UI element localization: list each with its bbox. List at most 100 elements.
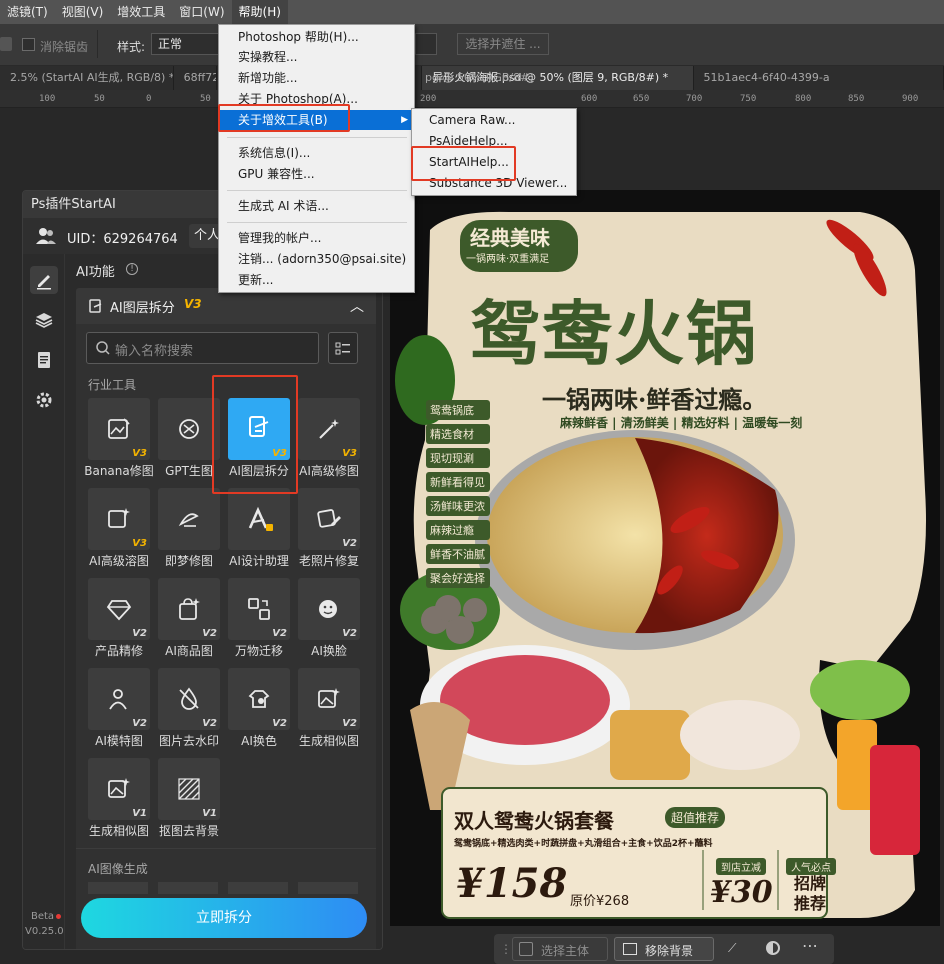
menu-help[interactable]: 帮助(H) [231, 0, 288, 24]
uid-label: UID：629264764 [67, 232, 178, 247]
tool-advanced-blend[interactable]: V3 AI高级溶图 [79, 488, 150, 576]
menu-item-tutorials[interactable]: 实操教程... [219, 47, 414, 67]
tool-box: V2 [298, 488, 360, 550]
help-menu: Photoshop 帮助(H)... 实操教程... 新增功能... 关于 Ph… [218, 24, 415, 293]
image-edit-icon [108, 418, 130, 439]
tool-label: 生成相似图 [88, 824, 149, 838]
version-label: V0.25.0 [25, 926, 64, 937]
menu-item-photoshop-help[interactable]: Photoshop 帮助(H)... [219, 27, 414, 47]
transform-icon[interactable]: ⟋ [728, 941, 742, 955]
tab-doc-1[interactable]: 2.5% (StartAI AI生成, RGB/8) * [0, 66, 174, 90]
jimeng-icon [178, 513, 199, 527]
section-label: AI功能 [76, 265, 115, 280]
menu-item-gen-ai-terms[interactable]: 生成式 AI 术语... [219, 196, 414, 216]
card-header[interactable]: AI图层拆分 V3 ︿ [76, 288, 376, 324]
tool-label: 抠图去背景 [158, 824, 219, 838]
image-icon [623, 943, 637, 955]
edit-icon[interactable] [30, 266, 58, 294]
tool-gpt-image[interactable]: GPT生图 [149, 398, 220, 486]
panel-sidebar: Beta V0.25.0 [23, 254, 65, 949]
version-badge: V3 [342, 448, 357, 459]
tool-similar-image-v2[interactable]: V2 生成相似图 [289, 668, 360, 756]
tool-similar-image-v1[interactable]: V1 生成相似图 [79, 758, 150, 846]
menu-plugins[interactable]: 增效工具 [110, 0, 172, 24]
document-icon[interactable] [30, 346, 58, 374]
tool-jimeng-edit[interactable]: 即梦修图 [149, 488, 220, 576]
remove-watermark-icon [179, 687, 199, 710]
tab-doc-2[interactable]: 68ff72 [174, 66, 218, 90]
tool-label: AI模特图 [95, 734, 143, 748]
side-tag: 麻辣过瘾 [426, 520, 490, 540]
settings-gear-icon[interactable] [30, 386, 58, 414]
menu-item-updates[interactable]: 更新... [219, 270, 414, 290]
tool-remove-watermark[interactable]: V2 图片去水印 [149, 668, 220, 756]
ruler-tick: 100 [39, 94, 56, 104]
tool-face-swap[interactable]: V2 AI换脸 [289, 578, 360, 666]
tool-color-change[interactable]: V2 AI换色 [219, 668, 290, 756]
info-icon[interactable]: ! [126, 263, 138, 275]
version-badge: V3 [132, 538, 147, 549]
tool-advanced-retouch[interactable]: V3 AI高级修图 [289, 398, 360, 486]
image-gen-label: AI图像生成 [88, 862, 148, 876]
height-field[interactable] [415, 33, 437, 55]
menu-item-sign-out[interactable]: 注销... (adorn350@psai.site) [219, 249, 414, 269]
style-select[interactable]: 正常 [151, 33, 221, 55]
submenu-item-camera-raw[interactable]: Camera Raw... [412, 110, 576, 131]
tool-label: AI高级修图 [299, 464, 359, 478]
tool-box [88, 882, 148, 894]
tool-design-assistant[interactable]: AI设计助理 [219, 488, 290, 576]
menu-view[interactable]: 视图(V) [55, 0, 111, 24]
menu-item-manage-account[interactable]: 管理我的帐户... [219, 228, 414, 248]
tool-object-transfer[interactable]: V2 万物迁移 [219, 578, 290, 666]
tool-box: V3 [88, 488, 150, 550]
tab-doc-5[interactable]: 51b1aec4-6f40-4399-a [694, 66, 944, 90]
side-tag: 鸳鸯锅底 [426, 400, 490, 420]
tool-ai-product-image[interactable]: V2 AI商品图 [149, 578, 220, 666]
tool-preset-icon[interactable] [0, 37, 12, 51]
tool-old-photo-repair[interactable]: V2 老照片修复 [289, 488, 360, 576]
model-icon [109, 689, 127, 710]
side-tag: 新鲜看得见 [426, 472, 490, 492]
ruler-tick: 50 [94, 94, 105, 104]
tool-label: 即梦修图 [164, 554, 213, 568]
poster-features: 麻辣鲜香 | 清汤鲜美 | 精选好料 | 温暖每一刻 [560, 416, 803, 430]
adjustment-icon[interactable] [766, 941, 780, 955]
collapse-chevron-icon[interactable]: ︿ [350, 296, 364, 316]
tool-box: V3 [298, 398, 360, 460]
tool-box [158, 398, 220, 460]
menu-window[interactable]: 窗口(W) [172, 0, 231, 24]
divider [76, 848, 376, 849]
menu-item-whats-new[interactable]: 新增功能... [219, 68, 414, 88]
tab-doc-3[interactable]: pg @ 50%(RGB/8#) [415, 66, 545, 90]
search-input[interactable]: 输入名称搜索 [86, 332, 319, 364]
select-subject-button[interactable]: 选择主体 [512, 937, 608, 961]
combo-items: 鸳鸯锅底+精选肉类+时蔬拼盘+丸滑组合+主食+饮品2杯+蘸料 [454, 839, 713, 849]
ruler-tick: 700 [686, 94, 703, 104]
select-and-mask-button[interactable]: 选择并遮住 ... [457, 33, 549, 55]
tool-label: AI换脸 [311, 644, 347, 658]
split-now-button[interactable]: 立即拆分 [81, 898, 367, 938]
drag-handle-icon[interactable]: ⋮ [500, 936, 512, 962]
store-discount-value: ¥30 [710, 875, 773, 910]
tool-remove-background[interactable]: V1 抠图去背景 [149, 758, 220, 846]
version-badge: V1 [202, 808, 217, 819]
layers-icon[interactable] [30, 306, 58, 334]
remove-background-icon [178, 778, 200, 800]
signature-label: 招牌推荐 [794, 874, 827, 913]
tool-box: V2 [158, 578, 220, 640]
side-tag: 精选食材 [426, 424, 490, 444]
tool-product-retouch[interactable]: V2 产品精修 [79, 578, 150, 666]
tool-box [298, 882, 358, 894]
poster-main-title: 鸳鸯火锅 [470, 292, 758, 375]
list-view-button[interactable] [328, 332, 358, 364]
remove-background-button[interactable]: 移除背景 [614, 937, 714, 961]
menu-item-system-info[interactable]: 系统信息(I)... [219, 143, 414, 163]
tool-banana-edit[interactable]: V3 Banana修图 [79, 398, 154, 486]
more-icon[interactable]: ⋯ [802, 936, 818, 955]
anti-alias-checkbox[interactable] [22, 38, 35, 51]
tool-ai-model[interactable]: V2 AI模特图 [79, 668, 150, 756]
menu-item-gpu-compat[interactable]: GPU 兼容性... [219, 164, 414, 184]
options-bar: 消除锯齿 样式: 正常 选择并遮住 ... [0, 24, 944, 66]
menu-filter[interactable]: 滤镜(T) [0, 0, 55, 24]
version-badge: V1 [132, 808, 147, 819]
